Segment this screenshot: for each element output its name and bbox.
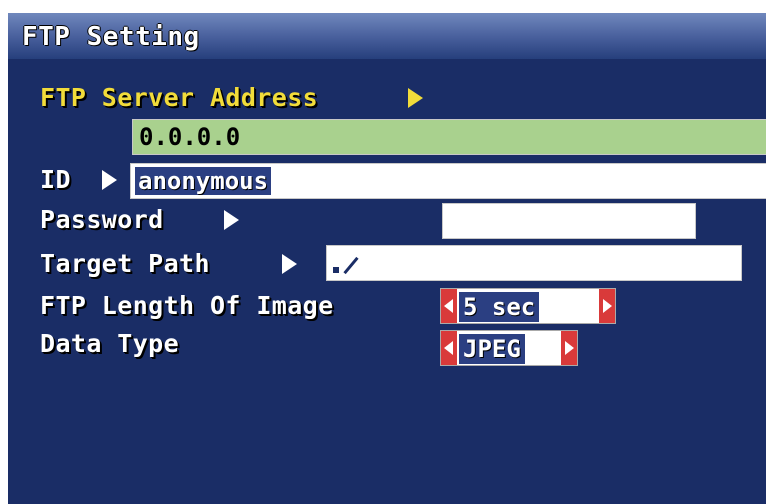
ftp-setting-window: FTP Setting FTP Server Address 0.0.0.0 I… [8,13,766,504]
data-type-spinner[interactable]: JPEG [440,330,578,366]
data-type-next-button[interactable] [561,331,577,365]
id-pointer-icon [102,170,117,190]
image-length-next-button[interactable] [599,289,615,323]
title-bar: FTP Setting [8,13,766,59]
target-path-pointer-icon [282,254,297,274]
window-title: FTP Setting [22,22,200,52]
triangle-right-icon [603,299,612,313]
image-length-value: 5 sec [459,292,540,322]
path-dot-icon [333,267,339,273]
data-type-value: JPEG [459,334,525,364]
password-label: Password [40,205,164,234]
id-label: ID [40,165,71,194]
server-address-value: 0.0.0.0 [139,123,241,151]
target-path-field[interactable]: . [326,245,742,281]
triangle-left-icon [444,299,453,313]
triangle-left-icon [444,341,453,355]
target-path-label: Target Path [40,249,210,278]
id-value: anonymous [135,167,272,195]
image-length-prev-button[interactable] [441,289,457,323]
password-field[interactable] [442,203,696,239]
triangle-right-icon [565,341,574,355]
data-type-label: Data Type [40,329,180,358]
server-address-field[interactable]: 0.0.0.0 [132,119,766,155]
image-length-spinner[interactable]: 5 sec [440,288,616,324]
server-address-label: FTP Server Address [40,83,319,112]
image-length-label: FTP Length Of Image [40,291,334,320]
data-type-prev-button[interactable] [441,331,457,365]
password-pointer-icon [224,210,239,230]
pencil-icon [343,256,359,275]
server-address-pointer-icon [408,88,423,108]
id-field[interactable]: anonymous [130,163,766,199]
